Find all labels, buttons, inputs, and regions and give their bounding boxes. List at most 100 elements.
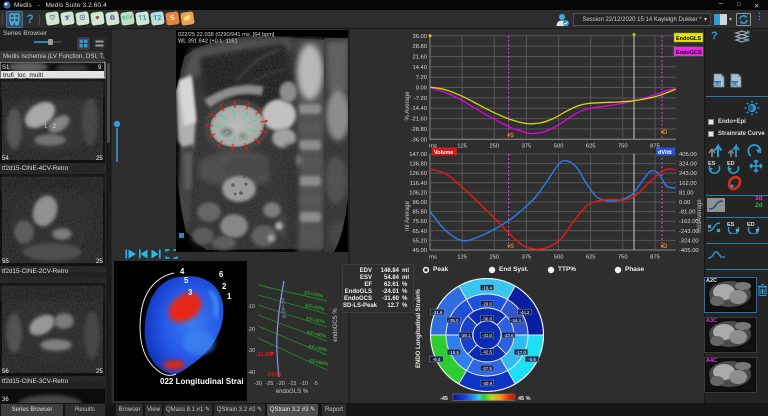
svg-text:-36.00: -36.00 bbox=[411, 137, 427, 143]
svg-text:28.80: 28.80 bbox=[412, 44, 427, 50]
svg-text:-9.4: -9.4 bbox=[433, 357, 441, 362]
svg-text:4: 4 bbox=[180, 267, 185, 276]
svg-text:EndoGLS: EndoGLS bbox=[676, 36, 701, 42]
svg-text:405.00: 405.00 bbox=[679, 152, 697, 158]
svg-text:DCM: DCM bbox=[731, 82, 739, 86]
svg-text:-19.5: -19.5 bbox=[449, 350, 460, 355]
svg-text:ml/sAverage: ml/sAverage bbox=[697, 199, 703, 233]
svg-text:-40.9: -40.9 bbox=[482, 381, 493, 386]
svg-text:375: 375 bbox=[522, 255, 532, 261]
svg-text:-35.0: -35.0 bbox=[448, 318, 459, 323]
svg-text:625: 625 bbox=[586, 144, 596, 150]
svg-text:500: 500 bbox=[554, 144, 564, 150]
svg-text:55: 55 bbox=[2, 259, 9, 265]
svg-text:56: 56 bbox=[2, 369, 9, 375]
svg-text:45.00: 45.00 bbox=[412, 248, 427, 254]
svg-text:ms: ms bbox=[429, 255, 437, 261]
svg-text:96.00: 96.00 bbox=[412, 200, 427, 206]
svg-text:-41.0: -41.0 bbox=[482, 333, 493, 338]
svg-text:DCM: DCM bbox=[714, 82, 722, 86]
svg-text:-42.5: -42.5 bbox=[482, 349, 493, 354]
svg-text:25: 25 bbox=[96, 259, 103, 265]
svg-text:3: 3 bbox=[188, 288, 193, 297]
svg-text:tf2d15-CINE-4CV-Retro: tf2d15-CINE-4CV-Retro bbox=[2, 165, 69, 172]
svg-text:-23.6: -23.6 bbox=[503, 333, 514, 338]
svg-text:-5: -5 bbox=[313, 381, 318, 387]
svg-text:-324.00: -324.00 bbox=[679, 238, 699, 244]
svg-text:875: 875 bbox=[650, 255, 660, 261]
svg-text:% Average: % Average bbox=[405, 91, 411, 121]
svg-text:126.60: 126.60 bbox=[409, 171, 427, 177]
svg-text:-27.5: -27.5 bbox=[482, 366, 493, 371]
svg-text:36.00: 36.00 bbox=[412, 34, 427, 40]
svg-text:243.00: 243.00 bbox=[679, 171, 697, 177]
svg-text:-81.00: -81.00 bbox=[679, 210, 695, 216]
svg-text:-34.4: -34.4 bbox=[511, 318, 522, 323]
svg-text:-15: -15 bbox=[289, 381, 297, 387]
svg-text:ES: ES bbox=[727, 222, 735, 228]
svg-text:-25: -25 bbox=[266, 381, 274, 387]
svg-text:116.40: 116.40 bbox=[410, 181, 427, 187]
svg-text:-30: -30 bbox=[247, 348, 255, 354]
svg-text:-7.20: -7.20 bbox=[414, 96, 427, 102]
svg-text:-36.8: -36.8 bbox=[482, 316, 493, 321]
svg-text:-405.00: -405.00 bbox=[679, 248, 699, 254]
svg-text:750: 750 bbox=[618, 144, 628, 150]
svg-text:endoGCS %: endoGCS % bbox=[333, 308, 339, 342]
svg-text:125: 125 bbox=[457, 144, 467, 150]
svg-text:endoGLS %: endoGLS % bbox=[276, 389, 309, 395]
svg-text:dV/dt: dV/dt bbox=[658, 150, 672, 156]
svg-text:25: 25 bbox=[96, 156, 103, 162]
svg-text:Volume: Volume bbox=[434, 150, 453, 156]
svg-text:106.20: 106.20 bbox=[409, 190, 427, 196]
svg-text:147.00: 147.00 bbox=[409, 152, 427, 158]
svg-text:S1: S1 bbox=[2, 65, 10, 71]
svg-text:ml Average: ml Average bbox=[405, 200, 411, 231]
svg-text:-20: -20 bbox=[247, 327, 255, 333]
svg-text:EndoGCS: EndoGCS bbox=[676, 50, 702, 56]
svg-text:55.20: 55.20 bbox=[412, 238, 427, 244]
svg-text:S: S bbox=[510, 244, 514, 250]
svg-text:-44.2: -44.2 bbox=[519, 310, 530, 315]
svg-text:375: 375 bbox=[522, 144, 532, 150]
svg-text:45 %: 45 % bbox=[518, 396, 531, 402]
svg-text:5: 5 bbox=[184, 276, 189, 285]
svg-text:7.20: 7.20 bbox=[416, 75, 427, 81]
svg-text:0.00: 0.00 bbox=[679, 200, 690, 206]
svg-text:WL 391 842 (+0 1. 1161: WL 391 842 (+0 1. 1161 bbox=[178, 39, 238, 45]
svg-text:21.60: 21.60 bbox=[412, 55, 427, 61]
svg-text:022/25 22.038 (0290/941 ms. [: 022/25 22.038 (0290/941 ms. [64 bpm] bbox=[178, 32, 275, 38]
svg-text:75.60: 75.60 bbox=[412, 219, 427, 225]
svg-text:-31.60: -31.60 bbox=[256, 352, 271, 358]
svg-text:2: 2 bbox=[222, 282, 227, 291]
svg-text:-162.00: -162.00 bbox=[679, 219, 699, 225]
svg-text:25: 25 bbox=[96, 369, 103, 375]
svg-text:D: D bbox=[663, 130, 668, 136]
svg-text:1 - 2: 1 - 2 bbox=[44, 124, 57, 130]
svg-text:ED: ED bbox=[747, 222, 755, 228]
svg-text:-24.65: -24.65 bbox=[266, 372, 281, 378]
svg-text:-39.1: -39.1 bbox=[460, 333, 471, 338]
svg-text:trufi_loc_multi: trufi_loc_multi bbox=[3, 72, 43, 79]
svg-text:-30: -30 bbox=[254, 381, 262, 387]
svg-text:65.40: 65.40 bbox=[412, 229, 427, 235]
svg-text:022 Longitudinal Strai: 022 Longitudinal Strai bbox=[160, 377, 244, 386]
svg-text:-21.60: -21.60 bbox=[411, 117, 427, 123]
svg-text:-40: -40 bbox=[247, 370, 255, 376]
svg-text:125: 125 bbox=[457, 255, 467, 261]
svg-text:6: 6 bbox=[219, 270, 224, 279]
svg-text:-31.6: -31.6 bbox=[432, 310, 443, 315]
svg-text:54: 54 bbox=[2, 156, 9, 162]
svg-text:324.00: 324.00 bbox=[679, 162, 697, 168]
svg-text:250: 250 bbox=[489, 144, 499, 150]
svg-text:-10: -10 bbox=[300, 381, 308, 387]
svg-text:-0.6: -0.6 bbox=[528, 357, 536, 362]
svg-text:-45: -45 bbox=[440, 396, 448, 402]
svg-text:0.00: 0.00 bbox=[416, 86, 427, 92]
svg-text:136.80: 136.80 bbox=[409, 162, 427, 168]
svg-text:-29.0: -29.0 bbox=[482, 301, 493, 306]
svg-text:750: 750 bbox=[618, 255, 628, 261]
svg-text:625: 625 bbox=[586, 255, 596, 261]
svg-text:tf2d15-CINE-2CV-Retro: tf2d15-CINE-2CV-Retro bbox=[2, 268, 69, 275]
svg-text:-17.0: -17.0 bbox=[516, 350, 527, 355]
